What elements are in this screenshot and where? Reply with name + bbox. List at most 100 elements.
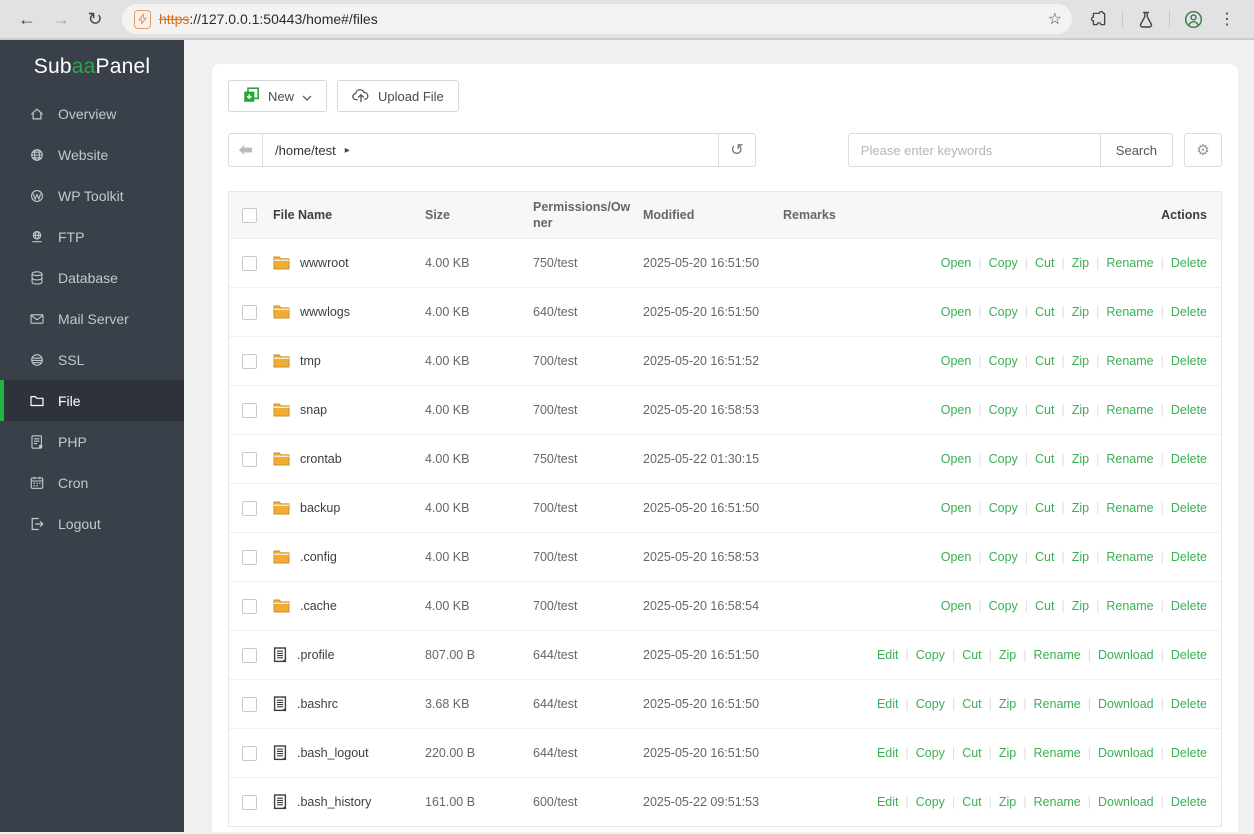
browser-reload-icon[interactable]: ↻ — [80, 4, 110, 34]
action-delete-link[interactable]: Delete — [1171, 452, 1207, 466]
action-delete-link[interactable]: Delete — [1171, 599, 1207, 613]
action-zip-link[interactable]: Zip — [1072, 599, 1089, 613]
sidebar-item-wp-toolkit[interactable]: WP Toolkit — [0, 175, 184, 216]
action-zip-link[interactable]: Zip — [999, 795, 1016, 809]
action-delete-link[interactable]: Delete — [1171, 256, 1207, 270]
action-cut-link[interactable]: Cut — [962, 795, 981, 809]
search-input[interactable] — [847, 133, 1100, 167]
action-cut-link[interactable]: Cut — [1035, 256, 1054, 270]
action-rename-link[interactable]: Rename — [1034, 648, 1081, 662]
flask-icon[interactable] — [1131, 4, 1161, 34]
search-button[interactable]: Search — [1099, 133, 1173, 167]
action-open-link[interactable]: Open — [941, 599, 972, 613]
action-download-link[interactable]: Download — [1098, 697, 1154, 711]
action-edit-link[interactable]: Edit — [877, 697, 899, 711]
sidebar-item-database[interactable]: Database — [0, 257, 184, 298]
action-zip-link[interactable]: Zip — [1072, 403, 1089, 417]
action-zip-link[interactable]: Zip — [1072, 354, 1089, 368]
action-open-link[interactable]: Open — [941, 550, 972, 564]
action-delete-link[interactable]: Delete — [1171, 354, 1207, 368]
file-name-link[interactable]: .bash_logout — [297, 746, 369, 760]
file-name-link[interactable]: tmp — [300, 354, 321, 368]
action-cut-link[interactable]: Cut — [1035, 452, 1054, 466]
action-copy-link[interactable]: Copy — [989, 403, 1018, 417]
address-bar[interactable]: https://127.0.0.1:50443/home#/files ☆ — [122, 4, 1072, 34]
action-delete-link[interactable]: Delete — [1171, 795, 1207, 809]
file-name-link[interactable]: .profile — [297, 648, 335, 662]
action-open-link[interactable]: Open — [941, 501, 972, 515]
action-copy-link[interactable]: Copy — [916, 697, 945, 711]
path-input[interactable]: /home/test ▸ — [262, 134, 719, 166]
action-rename-link[interactable]: Rename — [1106, 256, 1153, 270]
action-rename-link[interactable]: Rename — [1106, 599, 1153, 613]
sidebar-item-file[interactable]: File — [0, 380, 184, 421]
action-rename-link[interactable]: Rename — [1106, 550, 1153, 564]
settings-gear-icon[interactable]: ⚙ — [1184, 133, 1222, 167]
action-rename-link[interactable]: Rename — [1034, 746, 1081, 760]
insecure-site-icon[interactable] — [134, 9, 151, 29]
file-name-link[interactable]: wwwroot — [300, 256, 349, 270]
action-zip-link[interactable]: Zip — [1072, 501, 1089, 515]
select-all-checkbox[interactable] — [242, 207, 257, 223]
action-open-link[interactable]: Open — [941, 403, 972, 417]
action-copy-link[interactable]: Copy — [989, 256, 1018, 270]
action-open-link[interactable]: Open — [941, 256, 972, 270]
action-edit-link[interactable]: Edit — [877, 746, 899, 760]
row-checkbox[interactable] — [242, 451, 257, 467]
action-open-link[interactable]: Open — [941, 354, 972, 368]
file-name-link[interactable]: crontab — [300, 452, 342, 466]
action-cut-link[interactable]: Cut — [1035, 305, 1054, 319]
action-rename-link[interactable]: Rename — [1106, 305, 1153, 319]
action-zip-link[interactable]: Zip — [999, 648, 1016, 662]
action-rename-link[interactable]: Rename — [1106, 354, 1153, 368]
row-checkbox[interactable] — [242, 402, 257, 418]
new-button[interactable]: New — [228, 80, 328, 112]
browser-back-icon[interactable]: ← — [12, 4, 42, 34]
action-zip-link[interactable]: Zip — [999, 746, 1016, 760]
action-rename-link[interactable]: Rename — [1106, 403, 1153, 417]
action-cut-link[interactable]: Cut — [1035, 354, 1054, 368]
sidebar-item-php[interactable]: PHP — [0, 421, 184, 462]
action-cut-link[interactable]: Cut — [962, 746, 981, 760]
action-copy-link[interactable]: Copy — [916, 648, 945, 662]
browser-forward-icon[interactable]: → — [46, 4, 76, 34]
sidebar-item-website[interactable]: Website — [0, 134, 184, 175]
action-rename-link[interactable]: Rename — [1034, 795, 1081, 809]
action-copy-link[interactable]: Copy — [989, 599, 1018, 613]
browser-menu-icon[interactable]: ⋮ — [1212, 4, 1242, 34]
action-delete-link[interactable]: Delete — [1171, 648, 1207, 662]
action-delete-link[interactable]: Delete — [1171, 305, 1207, 319]
file-name-link[interactable]: snap — [300, 403, 327, 417]
row-checkbox[interactable] — [242, 647, 257, 663]
action-rename-link[interactable]: Rename — [1106, 501, 1153, 515]
extensions-icon[interactable] — [1084, 4, 1114, 34]
action-zip-link[interactable]: Zip — [1072, 305, 1089, 319]
path-back-icon[interactable] — [229, 134, 262, 166]
action-copy-link[interactable]: Copy — [916, 795, 945, 809]
action-download-link[interactable]: Download — [1098, 795, 1154, 809]
row-checkbox[interactable] — [242, 549, 257, 565]
file-name-link[interactable]: wwwlogs — [300, 305, 350, 319]
row-checkbox[interactable] — [242, 500, 257, 516]
file-name-link[interactable]: .bashrc — [297, 697, 338, 711]
action-cut-link[interactable]: Cut — [1035, 550, 1054, 564]
upload-file-button[interactable]: Upload File — [337, 80, 459, 112]
sidebar-item-logout[interactable]: Logout — [0, 503, 184, 544]
action-delete-link[interactable]: Delete — [1171, 746, 1207, 760]
row-checkbox[interactable] — [242, 598, 257, 614]
action-cut-link[interactable]: Cut — [1035, 501, 1054, 515]
action-cut-link[interactable]: Cut — [962, 697, 981, 711]
action-open-link[interactable]: Open — [941, 305, 972, 319]
sidebar-item-ftp[interactable]: FTP — [0, 216, 184, 257]
action-copy-link[interactable]: Copy — [989, 354, 1018, 368]
action-cut-link[interactable]: Cut — [1035, 599, 1054, 613]
file-name-link[interactable]: backup — [300, 501, 340, 515]
action-copy-link[interactable]: Copy — [989, 452, 1018, 466]
bookmark-star-icon[interactable]: ☆ — [1048, 9, 1062, 29]
action-download-link[interactable]: Download — [1098, 648, 1154, 662]
file-name-link[interactable]: .bash_history — [297, 795, 371, 809]
sidebar-item-overview[interactable]: Overview — [0, 93, 184, 134]
row-checkbox[interactable] — [242, 255, 257, 271]
action-delete-link[interactable]: Delete — [1171, 403, 1207, 417]
action-cut-link[interactable]: Cut — [1035, 403, 1054, 417]
